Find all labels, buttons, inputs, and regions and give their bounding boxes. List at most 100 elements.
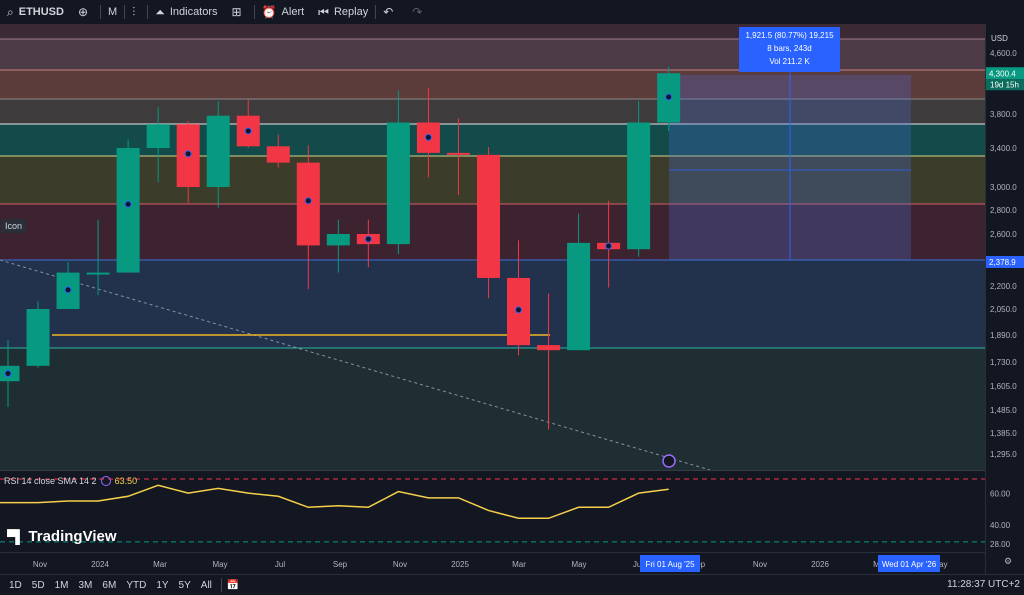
settings-icon: ⚙	[1004, 556, 1012, 566]
replay-button[interactable]: ⏮ Replay	[311, 0, 375, 24]
alert-button[interactable]: ⏰ Alert	[255, 0, 312, 24]
rsi-canvas[interactable]	[0, 471, 985, 553]
time-tick-label: Jul	[275, 560, 285, 569]
price-tick-label: 2,800.0	[990, 206, 1017, 215]
candle-marker	[424, 133, 432, 141]
price-axis[interactable]: USD4,600.04,200.03,800.03,400.03,000.02,…	[985, 24, 1024, 574]
candle-body	[206, 115, 230, 187]
measure-line-2: 8 bars, 243d	[767, 44, 812, 53]
time-tick-label: 2025	[451, 560, 469, 569]
candle-marker	[304, 197, 312, 205]
range-button-1m[interactable]: 1M	[50, 580, 74, 591]
rsi-title: RSI 14 close SMA 14 2	[4, 476, 97, 486]
undo-button[interactable]: ↶	[376, 0, 405, 24]
alert-label: Alert	[281, 6, 305, 18]
measure-line-3: Vol 211.2 K	[769, 57, 810, 66]
tradingview-logo: ▀▌ TradingView	[7, 528, 117, 545]
replay-label: Replay	[333, 6, 369, 18]
time-axis-canvas[interactable]: Nov2024MarMayJulSepNov2025MarMayJulSepNo…	[0, 553, 985, 575]
level-price-label: 2,378.9	[989, 258, 1016, 267]
add-icon: ⊕	[77, 5, 89, 19]
search-icon: ⌕	[7, 4, 14, 19]
indicators-icon: ⏶	[155, 4, 165, 19]
range-button-ytd[interactable]: YTD	[121, 580, 151, 591]
event-icon	[662, 454, 676, 468]
tradingview-mark-icon: ▀▌	[7, 529, 24, 544]
rsi-value: 63.50	[114, 476, 138, 486]
range-button-all[interactable]: All	[196, 580, 217, 591]
time-tick-label: Mar	[512, 560, 526, 569]
time-tick-label: 2026	[811, 560, 829, 569]
symbol-label: ETHUSD	[18, 6, 64, 18]
price-tick-label: 1,295.0	[990, 450, 1017, 459]
replay-icon: ⏮	[318, 4, 329, 19]
range-button-1d[interactable]: 1D	[4, 580, 27, 591]
range-button-5d[interactable]: 5D	[27, 580, 50, 591]
measure-tooltip: 1,921.5 (80.77%) 19,215 8 bars, 243d Vol…	[739, 27, 840, 72]
icon-label[interactable]: Icon	[1, 219, 27, 233]
currency-label: USD	[991, 34, 1008, 43]
logo-text: TradingView	[28, 528, 117, 545]
range-button-1y[interactable]: 1Y	[151, 580, 173, 591]
time-axis[interactable]: Nov2024MarMayJulSepNov2025MarMayJulSepNo…	[0, 552, 985, 575]
date-range-icon[interactable]: 📅	[222, 580, 244, 591]
rsi-pane[interactable]	[0, 470, 985, 553]
time-tick-label: Nov	[33, 560, 47, 569]
price-tick-label: 4,600.0	[990, 49, 1017, 58]
price-tick-label: 1,485.0	[990, 406, 1017, 415]
countdown-label: 19d 15h	[990, 80, 1019, 89]
price-axis-canvas[interactable]: USD4,600.04,200.03,800.03,400.03,000.02,…	[986, 24, 1024, 574]
top-toolbar: ⌕ ETHUSD ⊕ M ⫶ ⏶ Indicators ⊞ ⏰ Alert ⏮ Repl…	[0, 0, 1024, 25]
time-tick-label: May	[571, 560, 586, 569]
measure-line-1: 1,921.5 (80.77%) 19,215	[745, 31, 834, 40]
rsi-line	[0, 484, 669, 520]
indicators-button[interactable]: ⏶ Indicators	[148, 0, 224, 24]
redo-icon: ↷	[412, 5, 423, 19]
redo-button[interactable]: ↷	[405, 0, 434, 24]
grid-icon: ⊞	[231, 5, 242, 19]
price-tick-label: 2,050.0	[990, 305, 1017, 314]
candle-marker	[64, 286, 72, 294]
symbol-search[interactable]: ⌕ ETHUSD	[0, 0, 71, 24]
price-tick-label: 1,385.0	[990, 429, 1017, 438]
candle-body	[86, 272, 110, 275]
time-tick-label: Nov	[393, 560, 407, 569]
compare-button[interactable]: ⊕	[71, 0, 100, 24]
rsi-legend[interactable]: RSI 14 close SMA 14 2 63.50	[4, 476, 137, 486]
candle-body	[476, 154, 500, 278]
time-tick-label: Sep	[333, 560, 348, 569]
interval-label: M	[108, 6, 118, 18]
candle-body	[537, 345, 561, 351]
candle-marker	[665, 93, 673, 101]
chart-type-button[interactable]: ⫶	[125, 0, 147, 24]
candle-marker	[364, 235, 372, 243]
price-tick-label: 2,200.0	[990, 282, 1017, 291]
price-tick-label: 2,600.0	[990, 230, 1017, 239]
candle-marker	[515, 306, 523, 314]
candle-body	[627, 122, 651, 250]
candle-body	[26, 309, 50, 366]
time-tick-label: Nov	[753, 560, 767, 569]
price-chart[interactable]	[0, 24, 985, 470]
rsi-settings-icon[interactable]	[100, 476, 111, 486]
price-tick-label: 1,605.0	[990, 382, 1017, 391]
current-price-label: 4,300.4	[989, 69, 1016, 78]
range-button-5y[interactable]: 5Y	[174, 580, 196, 591]
chart-canvas[interactable]	[0, 24, 985, 470]
range-button-3m[interactable]: 3M	[74, 580, 98, 591]
price-tick-label: 3,400.0	[990, 144, 1017, 153]
zone-band	[0, 348, 985, 470]
interval-button[interactable]: M	[101, 0, 124, 24]
candle-body	[326, 234, 350, 246]
layouts-button[interactable]: ⊞	[225, 0, 254, 24]
candle-marker	[605, 242, 613, 250]
time-tick-label: 2024	[91, 560, 109, 569]
time-tick-label: Mar	[153, 560, 167, 569]
price-tick-label: 1,890.0	[990, 331, 1017, 340]
alarm-icon: ⏰	[261, 5, 277, 19]
bottom-bar: 1D 5D 1M 3M 6M YTD 1Y 5Y All 📅 11:28:37 UTC+2	[0, 574, 1024, 595]
candle-body	[146, 124, 170, 148]
candle-body	[446, 152, 470, 155]
date-flag-end-label: Wed 01 Apr '26	[882, 560, 937, 569]
range-button-6m[interactable]: 6M	[97, 580, 121, 591]
